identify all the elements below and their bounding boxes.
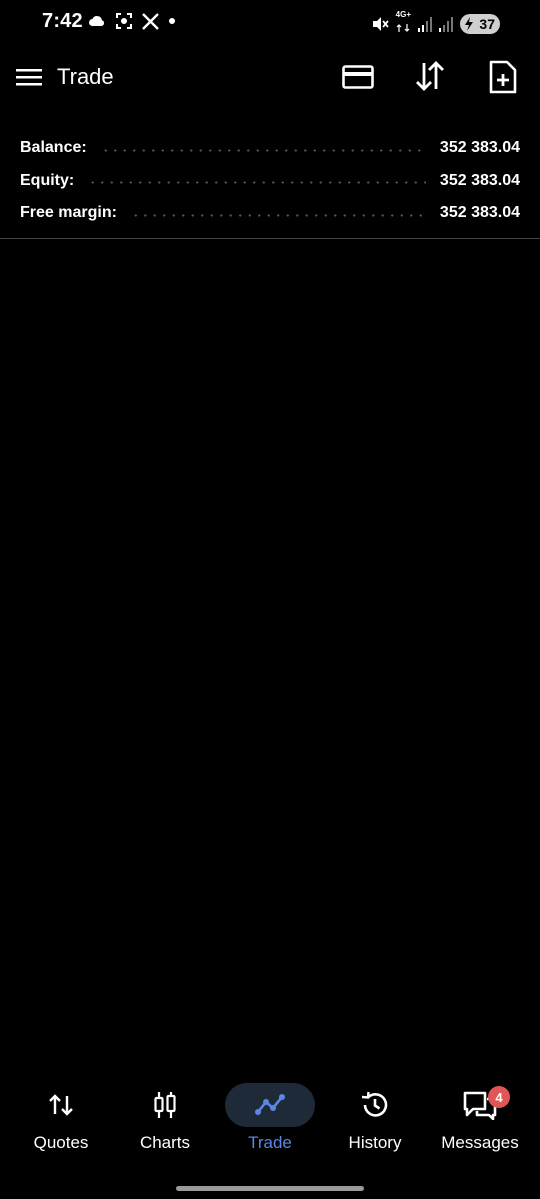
app-bar: Trade bbox=[0, 50, 540, 106]
status-right-icons: 4G+ 37 bbox=[371, 11, 500, 37]
status-bar: 7:42 4G+ 37 bbox=[0, 0, 540, 44]
network-4g-icon: 4G+ bbox=[396, 11, 411, 37]
dotted-leader bbox=[88, 181, 426, 185]
nav-label: Quotes bbox=[33, 1133, 89, 1152]
charts-icon bbox=[154, 1092, 176, 1118]
history-icon bbox=[361, 1091, 388, 1117]
screen-record-icon bbox=[116, 13, 132, 29]
network-type: 4G+ bbox=[395, 10, 411, 19]
nav-label: Messages bbox=[441, 1133, 519, 1152]
signal-icon-2 bbox=[439, 17, 453, 32]
dot-icon bbox=[169, 18, 175, 24]
menu-icon[interactable] bbox=[16, 66, 42, 88]
card-icon[interactable] bbox=[342, 64, 374, 90]
dotted-leader bbox=[130, 213, 426, 217]
summary-row-balance: Balance: 352 383.04 bbox=[20, 132, 520, 165]
cloud-icon bbox=[89, 16, 105, 26]
nav-label: Trade bbox=[248, 1133, 292, 1152]
new-order-icon[interactable] bbox=[489, 60, 517, 94]
divider bbox=[0, 238, 540, 239]
battery-level: 37 bbox=[479, 16, 495, 32]
page-title: Trade bbox=[57, 64, 114, 89]
signal-icon bbox=[418, 17, 432, 32]
status-left-icons bbox=[88, 12, 176, 30]
quotes-icon bbox=[49, 1094, 73, 1116]
summary-label: Balance: bbox=[20, 139, 87, 157]
sort-icon[interactable] bbox=[414, 61, 446, 91]
summary-value: 352 383.04 bbox=[439, 171, 520, 189]
trade-icon bbox=[255, 1094, 285, 1115]
summary-row-equity: Equity: 352 383.04 bbox=[20, 165, 520, 198]
summary-value: 352 383.04 bbox=[439, 139, 520, 157]
summary-label: Equity: bbox=[20, 171, 75, 189]
account-summary: Balance: 352 383.04 Equity: 352 383.04 F… bbox=[20, 132, 520, 230]
charging-bolt-icon bbox=[465, 17, 473, 31]
home-indicator[interactable] bbox=[176, 1186, 364, 1191]
bottom-nav: Quotes Charts Trade History 4 Messages bbox=[0, 1078, 540, 1168]
nav-label: Charts bbox=[139, 1133, 191, 1152]
notification-badge: 4 bbox=[488, 1086, 510, 1108]
nav-item-messages[interactable]: 4 Messages bbox=[430, 1078, 530, 1168]
nav-item-charts[interactable]: Charts bbox=[115, 1078, 215, 1168]
nav-item-quotes[interactable]: Quotes bbox=[11, 1078, 111, 1168]
dotted-leader bbox=[100, 148, 426, 152]
summary-row-free-margin: Free margin: 352 383.04 bbox=[20, 197, 520, 230]
summary-label: Free margin: bbox=[20, 204, 117, 222]
nav-item-history[interactable]: History bbox=[325, 1078, 425, 1168]
status-time: 7:42 bbox=[42, 10, 83, 32]
battery-icon: 37 bbox=[460, 14, 500, 34]
summary-value: 352 383.04 bbox=[439, 204, 520, 222]
active-indicator bbox=[225, 1083, 315, 1127]
nav-label: History bbox=[348, 1133, 402, 1152]
mute-icon bbox=[372, 17, 389, 31]
x-logo-icon bbox=[142, 12, 159, 30]
nav-item-trade[interactable]: Trade bbox=[220, 1078, 320, 1168]
